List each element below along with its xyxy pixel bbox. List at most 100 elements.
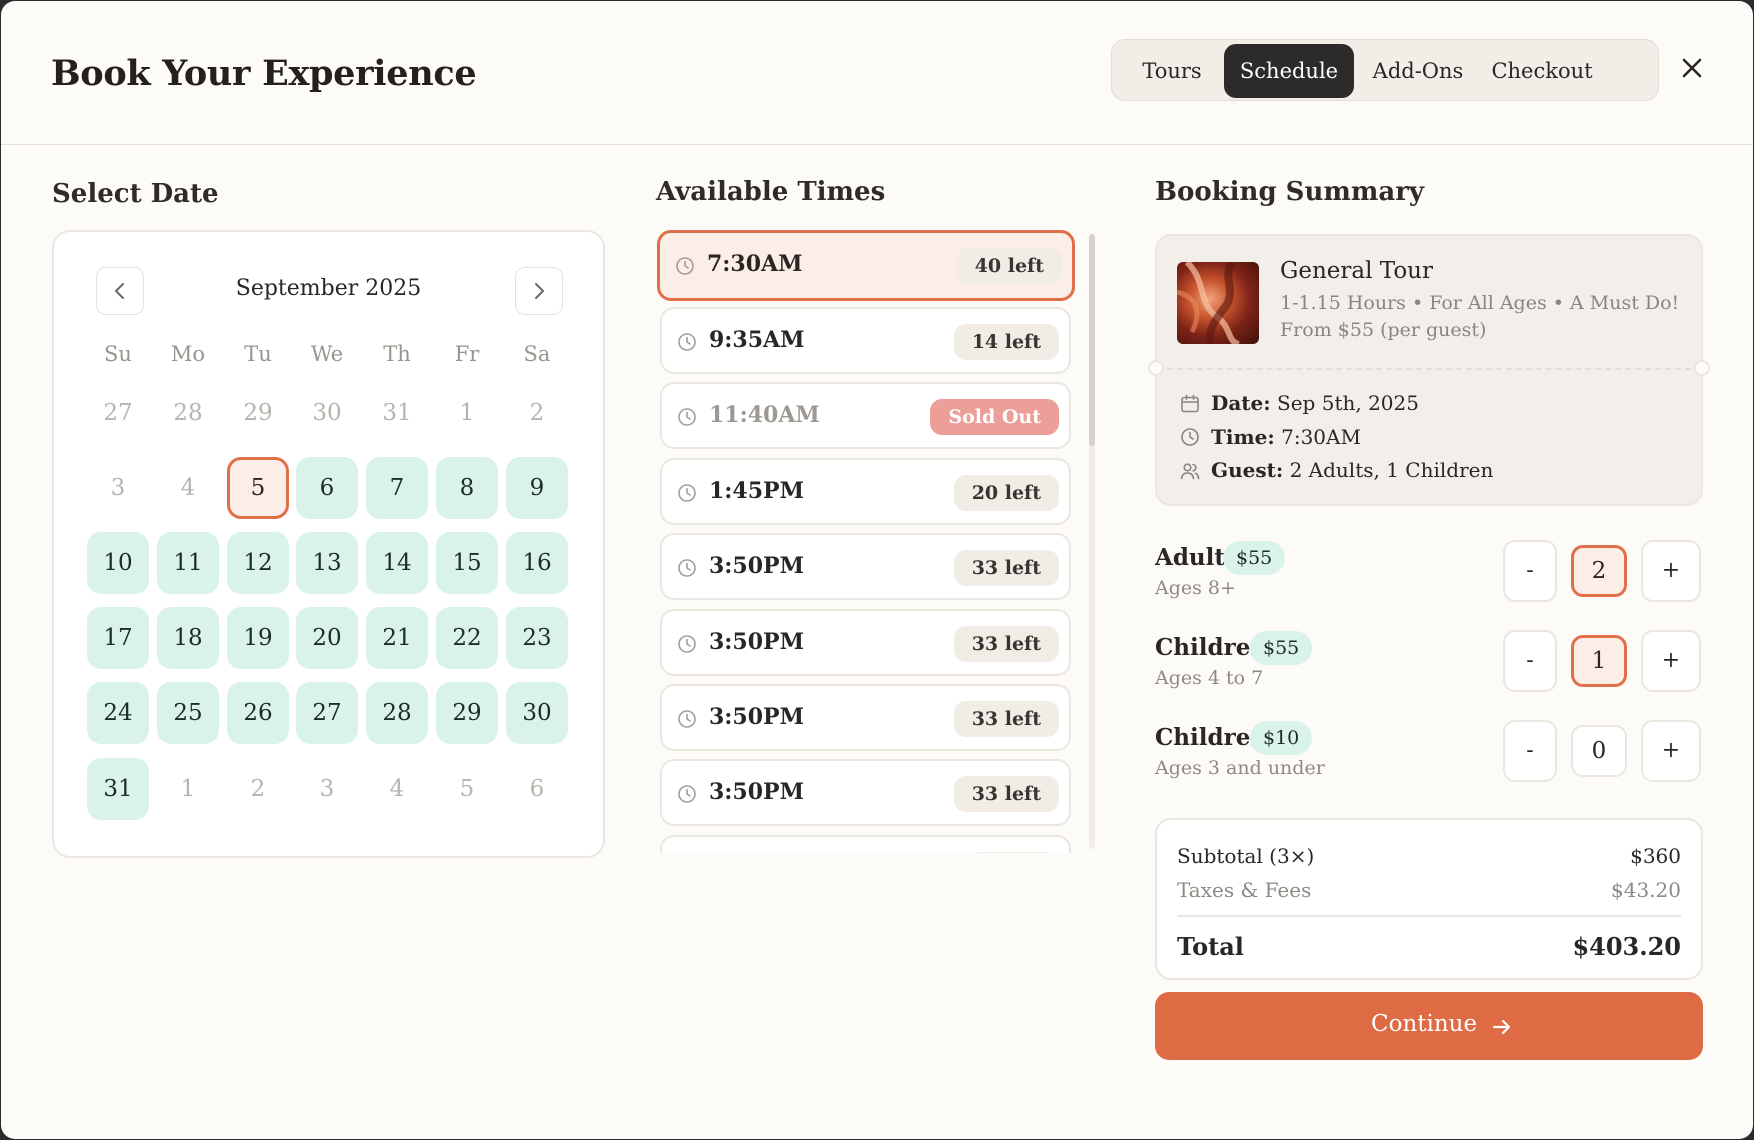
- ticket-ages: Ages 3 and under: [1155, 757, 1325, 779]
- tour-card: General Tour 1-1.15 Hours • For All Ages…: [1148, 234, 1710, 506]
- availability-badge: 20 left: [953, 474, 1059, 511]
- tab-schedule[interactable]: Schedule: [1224, 44, 1354, 98]
- calendar-day[interactable]: 25: [157, 682, 219, 744]
- quantity-value[interactable]: 0: [1571, 725, 1627, 777]
- calendar-day[interactable]: 23: [506, 607, 568, 669]
- calendar-day[interactable]: 10: [87, 532, 149, 594]
- availability-badge: 33 left: [953, 550, 1059, 587]
- weekday-header: Fr: [454, 342, 480, 366]
- calendar-day: 3: [319, 776, 335, 802]
- calendar-day[interactable]: 22: [436, 607, 498, 669]
- time-slot-list: 7:30AM 40 left 9:35AM 14 left 11:40AM Sold Ou…: [657, 230, 1077, 853]
- booking-modal: Book Your Experience Tours Schedule Add-…: [1, 1, 1753, 1139]
- taxes-value: $43.20: [1611, 878, 1681, 902]
- time-slot-time: 1:45PM: [709, 477, 804, 504]
- total-value: $403.20: [1572, 932, 1681, 961]
- subtotal-label: Subtotal (3×): [1177, 844, 1315, 868]
- time-slot[interactable]: 7:30AM 40 left: [657, 230, 1075, 301]
- availability-badge: 33 left: [953, 701, 1059, 737]
- calendar-day[interactable]: 19: [227, 607, 289, 669]
- calendar-day: 31: [382, 400, 412, 426]
- weekday-header: Tu: [244, 342, 272, 366]
- time-value: 7:30AM: [1281, 425, 1361, 449]
- decrease-quantity-button[interactable]: -: [1503, 720, 1557, 782]
- calendar-day: 4: [389, 776, 405, 802]
- calendar-day[interactable]: 9: [506, 457, 568, 519]
- availability-badge: [969, 851, 1059, 853]
- next-month-button[interactable]: [515, 267, 563, 315]
- quantity-value[interactable]: 1: [1571, 635, 1627, 687]
- time-slot-time: 3:50PM: [709, 628, 804, 655]
- tab-checkout[interactable]: Checkout: [1482, 44, 1602, 98]
- summary-date: Date: Sep 5th, 2025: [1211, 391, 1419, 415]
- decrease-quantity-button[interactable]: -: [1503, 630, 1557, 692]
- calendar-day[interactable]: 13: [296, 532, 358, 594]
- calendar-day-selected[interactable]: 5: [227, 457, 289, 519]
- calendar-day[interactable]: 28: [366, 682, 428, 744]
- calendar-day: 5: [459, 776, 475, 802]
- calendar-day[interactable]: 11: [157, 532, 219, 594]
- available-times-title: Available Times: [656, 177, 886, 207]
- time-slot-time: 9:35AM: [709, 327, 805, 353]
- weekday-header: Su: [104, 342, 132, 366]
- calendar-day: 1: [459, 400, 475, 426]
- calendar-day[interactable]: 29: [436, 682, 498, 744]
- calendar-day[interactable]: 15: [436, 532, 498, 594]
- quantity-value[interactable]: 2: [1571, 545, 1627, 597]
- time-slot[interactable]: 3:50PM 33 left: [660, 759, 1071, 827]
- clock-icon: [676, 406, 698, 428]
- clock-icon: [676, 557, 698, 579]
- calendar-day[interactable]: 6: [296, 457, 358, 519]
- totals-box: Subtotal (3×) $360 Taxes & Fees $43.20 T…: [1155, 818, 1703, 980]
- calendar-day[interactable]: 12: [227, 532, 289, 594]
- card-notch-right: [1694, 360, 1710, 376]
- increase-quantity-button[interactable]: +: [1641, 630, 1701, 692]
- calendar-day: 4: [180, 475, 196, 501]
- calendar-day[interactable]: 18: [157, 607, 219, 669]
- decrease-quantity-button[interactable]: -: [1503, 540, 1557, 602]
- time-slot-time: 3:50PM: [709, 553, 804, 580]
- time-slot[interactable]: 1:45PM 20 left: [660, 457, 1071, 525]
- calendar-day[interactable]: 30: [506, 682, 568, 744]
- scrollbar-thumb[interactable]: [1089, 234, 1095, 446]
- ticket-price-badge: $10: [1250, 721, 1313, 755]
- calendar-day[interactable]: 31: [87, 758, 149, 820]
- total-label: Total: [1177, 932, 1244, 961]
- card-divider: [1157, 368, 1701, 370]
- time-slot[interactable]: [660, 834, 1071, 853]
- calendar-day[interactable]: 14: [366, 532, 428, 594]
- tour-image: [1177, 262, 1259, 344]
- calendar-day[interactable]: 27: [296, 682, 358, 744]
- clock-icon: [676, 633, 698, 655]
- time-slot[interactable]: 3:50PM 33 left: [660, 684, 1071, 751]
- tab-tours[interactable]: Tours: [1120, 44, 1224, 98]
- availability-badge: 33 left: [953, 625, 1059, 662]
- time-slot[interactable]: 3:50PM 33 left: [660, 608, 1071, 676]
- calendar-day[interactable]: 20: [296, 607, 358, 669]
- time-slot[interactable]: 9:35AM 14 left: [660, 307, 1071, 374]
- calendar-day[interactable]: 7: [366, 457, 428, 519]
- calendar-day[interactable]: 24: [87, 682, 149, 744]
- continue-button[interactable]: Continue: [1155, 992, 1703, 1060]
- calendar-day[interactable]: 8: [436, 457, 498, 519]
- close-icon: [1682, 58, 1702, 78]
- time-slot[interactable]: 3:50PM 33 left: [660, 533, 1071, 601]
- weekday-header: We: [310, 342, 344, 366]
- availability-badge: 14 left: [953, 324, 1059, 360]
- tab-add-ons[interactable]: Add-Ons: [1360, 44, 1476, 98]
- page-title: Book Your Experience: [51, 53, 477, 94]
- calendar-day: 2: [529, 400, 545, 426]
- times-scrollbar[interactable]: [1089, 234, 1095, 849]
- close-button[interactable]: [1677, 53, 1707, 83]
- calendar-day[interactable]: 16: [506, 532, 568, 594]
- ticket-price-badge: $55: [1250, 631, 1313, 665]
- calendar-day[interactable]: 17: [87, 607, 149, 669]
- calendar-day[interactable]: 21: [366, 607, 428, 669]
- increase-quantity-button[interactable]: +: [1641, 720, 1701, 782]
- ticket-price-badge: $55: [1223, 541, 1286, 575]
- calendar-day[interactable]: 26: [227, 682, 289, 744]
- summary-guests: Guest: 2 Adults, 1 Children: [1211, 458, 1493, 482]
- ticket-ages: Ages 4 to 7: [1155, 667, 1264, 689]
- increase-quantity-button[interactable]: +: [1641, 540, 1701, 602]
- clock-icon: [676, 708, 698, 730]
